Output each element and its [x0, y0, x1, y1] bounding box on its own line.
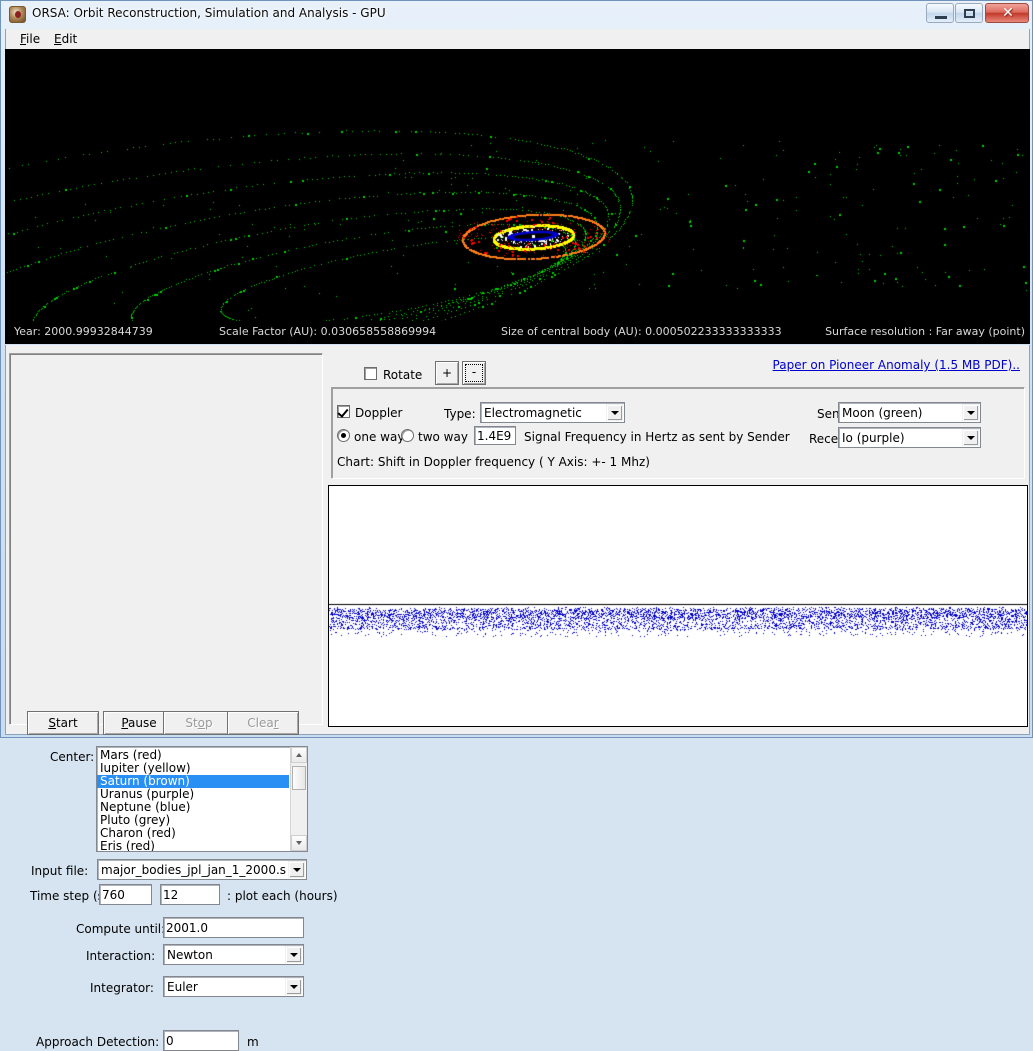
- sender-value: Moon (green): [842, 406, 923, 420]
- center-label: Center:: [50, 750, 95, 764]
- pause-button-mnemonic: P: [121, 716, 129, 730]
- center-option-mars[interactable]: Mars (red): [97, 749, 289, 762]
- approach-detection-input[interactable]: 0: [163, 1030, 239, 1051]
- close-icon: ✕: [1002, 5, 1014, 21]
- scroll-up-arrow-icon[interactable]: [291, 747, 307, 763]
- input-file-label: Input file:: [31, 864, 89, 878]
- chart-caption: Chart: Shift in Doppler frequency ( Y Ax…: [337, 455, 650, 469]
- center-option-saturn[interactable]: Saturn (brown): [97, 775, 289, 788]
- orbit-viewport[interactable]: Year: 2000.99932844739 Scale Factor (AU)…: [5, 49, 1030, 344]
- close-button[interactable]: ✕: [985, 3, 1029, 23]
- status-year: Year: 2000.99932844739: [14, 325, 153, 338]
- center-listbox[interactable]: Mars (red) Iupiter (yellow) Saturn (brown)…: [96, 746, 308, 852]
- application-window: ORSA: Orbit Reconstruction, Simulation a…: [0, 0, 1033, 1051]
- menu-item-edit-mnemonic: E: [54, 32, 62, 46]
- one-way-radio[interactable]: [337, 429, 350, 442]
- doppler-chart-canvas[interactable]: [329, 486, 1027, 726]
- interaction-label: Interaction:: [86, 949, 156, 963]
- minimize-button[interactable]: [926, 3, 954, 23]
- interaction-value: Newton: [167, 948, 213, 962]
- menu-item-edit[interactable]: Edit: [48, 31, 83, 47]
- receiver-combo[interactable]: Io (purple): [838, 427, 981, 448]
- approach-detection-unit: m: [247, 1035, 259, 1049]
- start-button[interactable]: Start: [27, 711, 99, 735]
- chevron-down-icon[interactable]: [288, 861, 305, 878]
- interaction-combo[interactable]: Newton: [163, 944, 304, 965]
- maximize-icon: [964, 9, 975, 18]
- maximize-button[interactable]: [955, 3, 983, 23]
- center-option-neptune[interactable]: Neptune (blue): [97, 801, 289, 814]
- pioneer-anomaly-paper-link[interactable]: Paper on Pioneer Anomaly (1.5 MB PDF)..: [773, 358, 1020, 372]
- menu-item-file[interactable]: File: [14, 31, 46, 47]
- bottom-panel: Start Pause Stop Clear Center: Mars (red…: [5, 345, 1030, 1051]
- sender-combo[interactable]: Moon (green): [838, 402, 981, 423]
- plot-each-label: : plot each (hours): [227, 889, 338, 903]
- simulation-controls-panel: [9, 353, 323, 725]
- input-file-combo[interactable]: major_bodies_jpl_jan_1_2000.start: [97, 859, 307, 880]
- clear-button: Clear: [227, 711, 299, 735]
- chevron-down-icon[interactable]: [285, 978, 302, 995]
- time-step-input[interactable]: 760: [99, 884, 152, 905]
- chevron-down-icon[interactable]: [606, 404, 623, 421]
- menu-item-file-mnemonic: F: [20, 32, 27, 46]
- title-bar: ORSA: Orbit Reconstruction, Simulation a…: [1, 1, 1033, 29]
- doppler-type-value: Electromagnetic: [484, 406, 582, 420]
- center-listbox-scrollbar[interactable]: [290, 747, 307, 851]
- integrator-combo[interactable]: Euler: [163, 976, 304, 997]
- input-file-value: major_bodies_jpl_jan_1_2000.start: [101, 863, 286, 877]
- chevron-down-icon[interactable]: [962, 429, 979, 446]
- compute-until-label: Compute until:: [76, 922, 166, 936]
- center-option-iupiter[interactable]: Iupiter (yellow): [97, 762, 289, 775]
- stop-button: Stop: [163, 711, 235, 735]
- chevron-down-icon[interactable]: [962, 404, 979, 421]
- approach-detection-label: Approach Detection:: [36, 1035, 160, 1049]
- rotate-label: Rotate: [383, 368, 423, 382]
- signal-frequency-caption: Signal Frequency in Hertz as sent by Sen…: [524, 430, 790, 444]
- chevron-down-icon[interactable]: [285, 946, 302, 963]
- status-central-body-size: Size of central body (AU): 0.00050223333…: [501, 325, 782, 338]
- two-way-label: two way: [418, 430, 468, 444]
- window-title: ORSA: Orbit Reconstruction, Simulation a…: [32, 6, 386, 20]
- scrollbar-thumb[interactable]: [292, 766, 306, 790]
- rotate-checkbox[interactable]: [364, 367, 377, 380]
- center-option-charon[interactable]: Charon (red): [97, 827, 289, 840]
- center-listbox-items: Mars (red) Iupiter (yellow) Saturn (brown)…: [97, 748, 289, 851]
- viewport-status-bar: Year: 2000.99932844739 Scale Factor (AU)…: [6, 321, 1029, 343]
- plot-each-input[interactable]: 12: [160, 884, 220, 905]
- two-way-radio[interactable]: [401, 429, 414, 442]
- status-surface-resolution: Surface resolution : Far away (point): [825, 325, 1025, 338]
- status-scale-factor: Scale Factor (AU): 0.030658558869994: [219, 325, 437, 338]
- orbit-render-canvas[interactable]: [6, 50, 1029, 343]
- integrator-value: Euler: [167, 980, 198, 994]
- one-way-label: one way: [354, 430, 405, 444]
- minimize-icon: [935, 16, 947, 19]
- doppler-label: Doppler: [355, 406, 403, 420]
- start-button-mnemonic: S: [48, 716, 56, 730]
- integrator-label: Integrator:: [90, 981, 154, 995]
- center-option-eris[interactable]: Eris (red): [97, 840, 289, 851]
- clear-button-mnemonic: r: [273, 716, 279, 730]
- zoom-in-button[interactable]: +: [435, 361, 459, 385]
- scroll-down-arrow-icon[interactable]: [291, 835, 307, 851]
- doppler-checkbox[interactable]: [337, 405, 350, 418]
- doppler-type-label: Type:: [444, 407, 476, 421]
- doppler-chart[interactable]: [328, 485, 1028, 727]
- center-option-uranus[interactable]: Uranus (purple): [97, 788, 289, 801]
- zoom-out-button[interactable]: -: [462, 361, 486, 385]
- center-option-pluto[interactable]: Pluto (grey): [97, 814, 289, 827]
- signal-frequency-input[interactable]: 1.4E9: [474, 426, 516, 445]
- menu-bar: File Edit: [5, 29, 1030, 49]
- doppler-type-combo[interactable]: Electromagnetic: [480, 402, 625, 423]
- stop-button-mnemonic: o: [197, 716, 206, 730]
- doppler-and-chart-panel: Rotate + - Paper on Pioneer Anomaly (1.5…: [328, 349, 1028, 727]
- compute-until-input[interactable]: 2001.0: [163, 917, 304, 938]
- application-icon: [9, 6, 26, 23]
- receiver-value: Io (purple): [842, 431, 905, 445]
